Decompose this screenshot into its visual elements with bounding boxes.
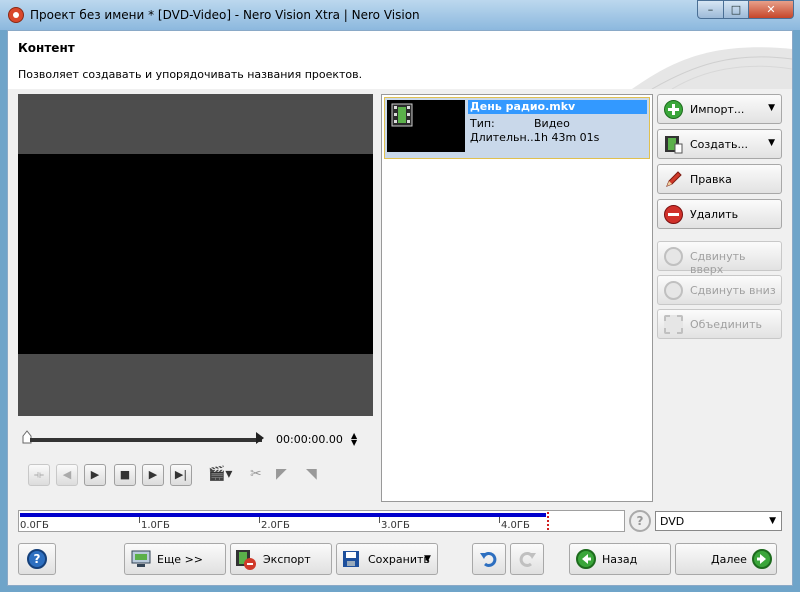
decorative-swoosh-icon xyxy=(632,47,792,89)
minus-icon xyxy=(664,205,683,224)
video-thumbnail xyxy=(387,100,465,152)
delete-label: Удалить xyxy=(690,208,739,221)
save-button[interactable]: Сохранить ▼ xyxy=(336,543,438,575)
list-item[interactable]: День радио.mkv Тип: Видео Длительн... 1h… xyxy=(384,97,650,159)
merge-icon xyxy=(664,315,683,334)
video-frame xyxy=(18,154,373,354)
merge-label: Объединить xyxy=(690,318,762,331)
monitor-icon xyxy=(131,550,151,567)
capacity-tick-label: 2.0ГБ xyxy=(261,520,290,531)
stop-button[interactable]: ■ xyxy=(114,464,136,486)
redo-icon xyxy=(519,551,536,567)
go-end-button[interactable]: ▶| xyxy=(170,464,192,486)
more-label: Еще >> xyxy=(157,553,204,566)
capacity-limit-marker xyxy=(547,512,549,530)
step-back-button[interactable]: ◀ xyxy=(56,464,78,486)
page-title: Контент xyxy=(18,41,75,55)
film-create-icon xyxy=(665,136,683,154)
capacity-tick-label: 3.0ГБ xyxy=(381,520,410,531)
window-title: Проект без имени * [DVD-Video] - Nero Vi… xyxy=(30,8,420,22)
capacity-tick xyxy=(499,517,500,523)
window-titlebar: Проект без имени * [DVD-Video] - Nero Vi… xyxy=(0,0,800,30)
arrow-left-icon xyxy=(576,549,596,569)
minimize-button[interactable]: – xyxy=(697,0,724,19)
merge-button[interactable]: Объединить xyxy=(657,309,782,339)
next-label: Далее xyxy=(711,553,747,566)
more-button[interactable]: Еще >> xyxy=(124,543,226,575)
item-type-value: Видео xyxy=(534,117,570,130)
arrow-right-icon xyxy=(752,549,772,569)
move-down-label: Сдвинуть вниз xyxy=(690,284,776,297)
item-duration-label: Длительн... xyxy=(470,131,538,144)
scissors-icon[interactable]: ✂ xyxy=(250,466,262,482)
chevron-down-icon: ▼ xyxy=(769,516,776,526)
arrow-down-icon xyxy=(664,281,683,300)
player-controls: 00:00:00.00 ▲ ▼ ⟛ ◀ ▶ ■ ▶ ▶| 🎬▾ ✂ ◤ ◥ xyxy=(18,416,373,502)
project-title-list[interactable]: День радио.mkv Тип: Видео Длительн... 1h… xyxy=(381,94,653,502)
create-label: Создать... xyxy=(690,138,748,151)
back-button[interactable]: Назад xyxy=(569,543,671,575)
chevron-down-icon: ▼ xyxy=(768,138,775,148)
help-icon: ? xyxy=(27,549,47,569)
undo-button[interactable] xyxy=(472,543,506,575)
undo-icon xyxy=(480,551,497,567)
create-button[interactable]: Создать... ▼ xyxy=(657,129,782,159)
floppy-disk-icon xyxy=(343,551,359,567)
export-label: Экспорт xyxy=(263,553,311,566)
edit-button[interactable]: Правка xyxy=(657,164,782,194)
page-description: Позволяет создавать и упорядочивать назв… xyxy=(18,68,363,81)
clapper-menu-icon[interactable]: 🎬▾ xyxy=(208,466,232,482)
capacity-used-fill xyxy=(20,513,546,517)
item-duration-value: 1h 43m 01s xyxy=(534,131,600,144)
item-type-label: Тип: xyxy=(470,117,495,130)
capacity-tick-label: 0.0ГБ xyxy=(20,520,49,531)
save-label: Сохранить xyxy=(368,553,430,566)
main-window: Контент Позволяет создавать и упорядочив… xyxy=(7,30,793,586)
back-label: Назад xyxy=(602,553,638,566)
help-button[interactable]: ? xyxy=(18,543,56,575)
close-button[interactable]: ✕ xyxy=(748,0,794,19)
capacity-tick xyxy=(259,517,260,523)
import-label: Импорт... xyxy=(690,103,745,116)
arrow-up-icon xyxy=(664,247,683,266)
seek-slider[interactable] xyxy=(30,438,262,442)
pencil-icon xyxy=(666,171,682,187)
video-preview xyxy=(18,94,373,416)
capacity-tick xyxy=(379,517,380,523)
play-button[interactable]: ▶ xyxy=(84,464,106,486)
capacity-tick xyxy=(139,517,140,523)
go-start-button[interactable]: ⟛ xyxy=(28,464,50,486)
step-forward-button[interactable]: ▶ xyxy=(142,464,164,486)
move-down-button[interactable]: Сдвинуть вниз xyxy=(657,275,782,305)
import-button[interactable]: Импорт... ▼ xyxy=(657,94,782,124)
redo-button[interactable] xyxy=(510,543,544,575)
item-name: День радио.mkv xyxy=(468,100,647,114)
disc-type-value: DVD xyxy=(660,515,685,528)
chevron-down-icon: ▼ xyxy=(424,554,431,564)
delete-button[interactable]: Удалить xyxy=(657,199,782,229)
disc-capacity-bar: 0.0ГБ 1.0ГБ 2.0ГБ 3.0ГБ 4.0ГБ xyxy=(18,510,625,532)
film-export-icon xyxy=(236,550,256,570)
timecode-display[interactable]: 00:00:00.00 xyxy=(276,433,343,446)
page-header: Контент Позволяет создавать и упорядочив… xyxy=(8,31,792,89)
capacity-help-icon[interactable]: ? xyxy=(629,510,651,532)
mark-out-icon[interactable]: ◥ xyxy=(306,466,317,482)
slider-end-handle-icon[interactable] xyxy=(256,432,264,444)
timecode-spinner[interactable]: ▲ ▼ xyxy=(351,432,357,447)
move-up-label: Сдвинуть вверх xyxy=(690,250,746,276)
export-button[interactable]: Экспорт xyxy=(230,543,332,575)
maximize-button[interactable]: □ xyxy=(723,0,749,19)
plus-icon xyxy=(664,100,683,119)
move-up-button[interactable]: Сдвинуть вверх xyxy=(657,241,782,276)
next-button[interactable]: Далее xyxy=(675,543,777,575)
capacity-tick-label: 1.0ГБ xyxy=(141,520,170,531)
film-icon xyxy=(391,103,413,127)
capacity-tick-label: 4.0ГБ xyxy=(501,520,530,531)
edit-label: Правка xyxy=(690,173,732,186)
mark-in-icon[interactable]: ◤ xyxy=(276,466,287,482)
chevron-down-icon: ▼ xyxy=(768,103,775,113)
disc-type-select[interactable]: DVD ▼ xyxy=(655,511,782,531)
nero-app-icon xyxy=(8,7,24,23)
